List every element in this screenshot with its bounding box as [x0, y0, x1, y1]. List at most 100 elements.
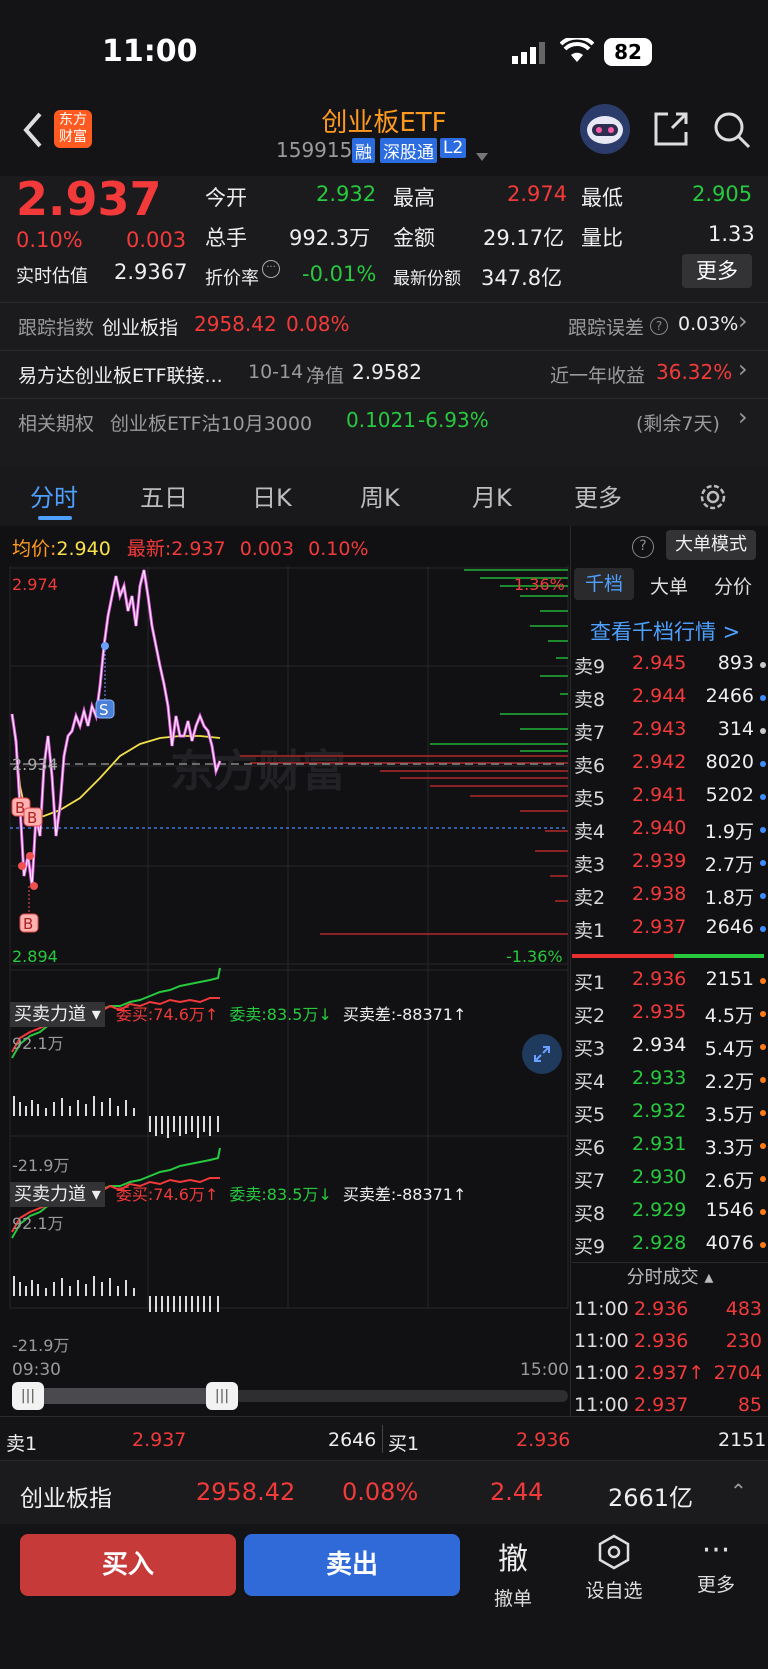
settings-icon[interactable] [698, 482, 728, 516]
stock-code: 159915 [276, 138, 353, 162]
tab-price-dist[interactable]: 分价 [714, 572, 752, 599]
shares-value: 347.8亿 [481, 266, 563, 290]
tag-margin: 融 [352, 138, 375, 163]
bid-row[interactable]: 买2 2.935 4.5万 [572, 997, 768, 1030]
dot-icon [760, 1176, 766, 1182]
indicator-max: 92.1万 [12, 1214, 64, 1233]
cancel-icon: 撤 [498, 1542, 528, 1577]
tab-5day[interactable]: 五日 [140, 478, 188, 513]
buy-marker: B [23, 915, 33, 933]
expand-icon[interactable] [522, 1034, 562, 1074]
dot-icon [760, 860, 766, 866]
open-value: 2.932 [316, 182, 377, 206]
dot-icon [760, 1143, 766, 1149]
tab-month-k[interactable]: 月K [472, 478, 512, 513]
fund-nav: 2.9582 [352, 360, 422, 384]
dot-icon [760, 1209, 766, 1215]
index-value: 2958.42 [196, 1478, 296, 1506]
indicator-select[interactable]: 买卖力道 ▾ [10, 1002, 105, 1027]
ticks-header[interactable]: 分时成交 ▴ [572, 1262, 768, 1292]
dot-icon [760, 1044, 766, 1050]
tab-big-orders[interactable]: 大单 [650, 572, 688, 599]
depth-link[interactable]: 查看千档行情 > [590, 616, 740, 646]
ask-row[interactable]: 卖3 2.939 2.7万 [572, 846, 768, 879]
fund-ret: 36.32% [656, 360, 733, 384]
more-dots-icon: ··· [701, 1533, 731, 1568]
bid-strength-bar [674, 954, 764, 958]
vol-label: 总手 [205, 226, 247, 250]
more-button[interactable]: 更多 [682, 254, 752, 288]
tracking-row[interactable]: 跟踪指数 创业板指 2958.42 0.08% 跟踪误差 ? 0.03% › [0, 302, 768, 350]
axis-high: 2.974 [12, 575, 58, 594]
bid-row[interactable]: 买6 2.931 3.3万 [572, 1129, 768, 1162]
quote-panel: 2.937 0.10% 0.003 实时估值 2.9367 今开 2.932 最… [0, 172, 768, 466]
tab-day-k[interactable]: 日K [252, 478, 292, 513]
low-value: 2.905 [692, 182, 753, 206]
bid-row[interactable]: 买9 2.928 4076 [572, 1228, 768, 1261]
ask-row[interactable]: 卖4 2.940 1.9万 [572, 813, 768, 846]
option-name: 创业板ETF沽10月3000 [110, 413, 313, 435]
chevron-right-icon: › [738, 403, 748, 431]
fund-nav-label: 净值 [306, 365, 345, 387]
indicator-select[interactable]: 买卖力道 ▾ [10, 1182, 105, 1207]
status-bar: 11:00 82 [0, 0, 768, 108]
bid-row[interactable]: 买4 2.933 2.2万 [572, 1063, 768, 1096]
search-icon[interactable] [712, 110, 752, 154]
shares-label: 最新份额 [393, 269, 461, 289]
low-label: 最低 [581, 186, 623, 210]
buy-button[interactable]: 买入 [20, 1534, 236, 1596]
amount-label: 金额 [393, 226, 435, 250]
bid-row[interactable]: 买1 2.936 2151 [572, 964, 768, 997]
range-handle-right[interactable]: ||| [206, 1382, 238, 1410]
tab-week-k[interactable]: 周K [360, 478, 400, 513]
tab-depth[interactable]: 千档 [574, 568, 634, 600]
ratio-value: 1.33 [708, 222, 755, 246]
chevron-right-icon: › [738, 307, 748, 335]
robot-avatar-icon[interactable] [580, 104, 630, 154]
index-pct: 0.08% [342, 1478, 419, 1506]
ask-row[interactable]: 卖7 2.943 314 [572, 714, 768, 747]
ask-row[interactable]: 卖2 2.938 1.8万 [572, 879, 768, 912]
help-icon[interactable]: ? [650, 317, 668, 335]
more-actions-button[interactable]: ··· 更多 [680, 1534, 752, 1604]
tag-connect: 深股通 [380, 138, 437, 163]
hexagon-icon [598, 1534, 630, 1570]
high-value: 2.974 [507, 182, 568, 206]
dropdown-icon[interactable] [476, 146, 488, 165]
sell-button[interactable]: 卖出 [244, 1534, 460, 1596]
amount-value: 29.17亿 [483, 226, 565, 250]
bid-row[interactable]: 买8 2.929 1546 [572, 1195, 768, 1228]
chevron-up-icon[interactable]: ⌃ [730, 1479, 747, 1503]
change-value: 0.003 [126, 228, 187, 252]
bid-row[interactable]: 买7 2.930 2.6万 [572, 1162, 768, 1195]
option-pct: -6.93% [418, 408, 489, 432]
tick-row: 11:00 2.936 483 [574, 1298, 762, 1320]
add-watchlist-button[interactable]: 设自选 [576, 1534, 652, 1604]
fund-row[interactable]: 易方达创业板ETF联接... 10-14 净值 2.9582 近一年收益 36.… [0, 350, 768, 398]
index-ticker[interactable]: 创业板指 2958.42 0.08% 2.44 2661亿 ⌃ [0, 1460, 768, 1524]
chevron-right-icon: › [738, 355, 748, 383]
ask-row[interactable]: 卖6 2.942 8020 [572, 747, 768, 780]
dot-icon [760, 794, 766, 800]
ask-row[interactable]: 卖1 2.937 2646 [572, 912, 768, 945]
dot-icon [760, 978, 766, 984]
info-icon[interactable]: ··· [262, 260, 280, 278]
est-value: 2.9367 [114, 260, 188, 284]
share-icon[interactable] [652, 110, 690, 152]
discount-value: -0.01% [302, 262, 377, 286]
option-row[interactable]: 相关期权 创业板ETF沽10月3000 0.1021 -6.93% (剩余7天)… [0, 398, 768, 446]
cancel-order-button[interactable]: 撤 撤单 [478, 1534, 548, 1610]
axis-low: 2.894 [12, 947, 58, 966]
bid-row[interactable]: 买3 2.934 5.4万 [572, 1030, 768, 1063]
ask-row[interactable]: 卖5 2.941 5202 [572, 780, 768, 813]
ask-row[interactable]: 卖8 2.944 2466 [572, 681, 768, 714]
discount-label: 折价率 [205, 268, 259, 289]
ask-row[interactable]: 卖9 2.945 893 [572, 648, 768, 681]
range-handle-left[interactable]: ||| [12, 1382, 44, 1410]
axis-mid: 2.934 [12, 755, 58, 774]
bid-row[interactable]: 买5 2.932 3.5万 [572, 1096, 768, 1129]
dot-icon [760, 761, 766, 767]
tab-intraday[interactable]: 分时 [30, 478, 78, 513]
fund-name: 易方达创业板ETF联接... [18, 365, 223, 387]
tab-more[interactable]: 更多 [574, 478, 622, 513]
